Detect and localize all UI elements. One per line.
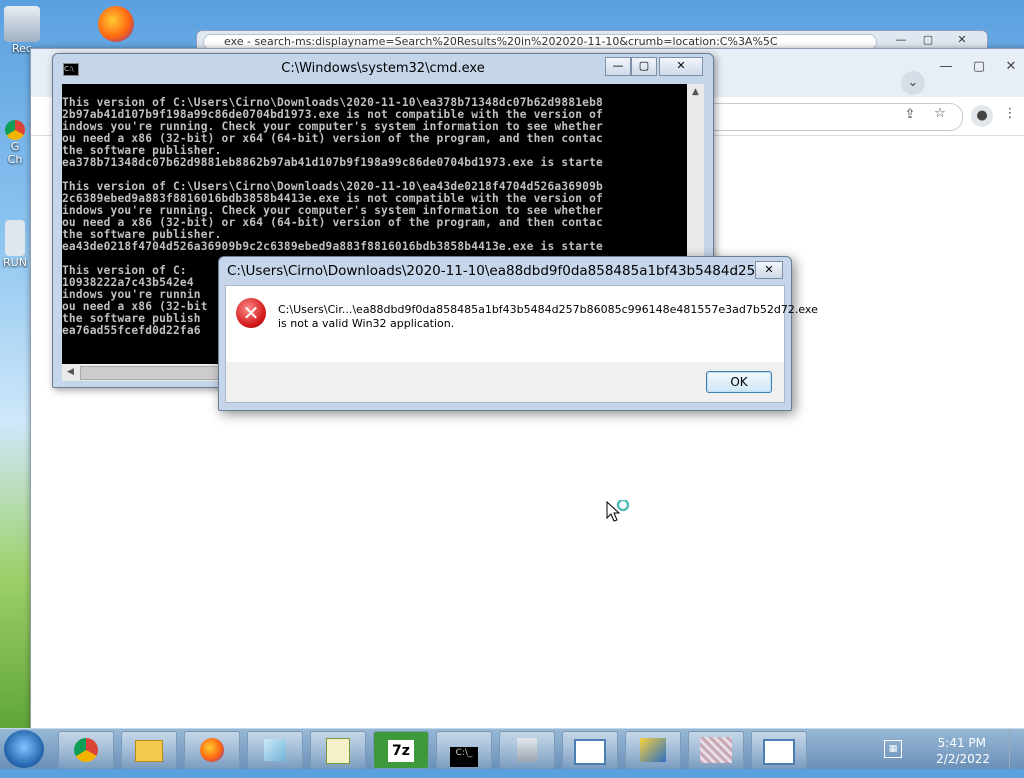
taskbar-chrome-icon[interactable] [58, 731, 114, 769]
show-desktop-button[interactable] [1009, 729, 1024, 769]
error-message-path: C:\Users\Cir...\ea88dbd9f0da858485a1bf43… [278, 303, 818, 316]
taskbar-app-icon[interactable] [625, 731, 681, 769]
system-tray: ▦ 5:41 PM 2/2/2022 [866, 732, 1016, 766]
maximize-icon[interactable]: ▢ [631, 57, 657, 76]
maximize-icon[interactable]: ▢ [917, 33, 939, 48]
tab-search-icon[interactable]: ⌄ [901, 71, 925, 95]
share-icon[interactable]: ⇪ [901, 107, 919, 122]
console-line: ea43de0218f4704d526a36909b9c2c6389ebed9a… [62, 240, 603, 253]
taskbar-7zip-icon[interactable]: 7z [373, 731, 429, 769]
taskbar-app-icon[interactable] [499, 731, 555, 769]
taskbar-window-icon[interactable] [751, 731, 807, 769]
busy-cursor-icon [606, 500, 630, 522]
taskbar-notepadpp-icon[interactable] [310, 731, 366, 769]
dialog-title: C:\Users\Cirno\Downloads\2020-11-10\ea88… [227, 263, 762, 279]
scroll-up-icon[interactable]: ▲ [687, 84, 704, 101]
dialog-body: ✕ C:\Users\Cir...\ea88dbd9f0da858485a1bf… [225, 285, 818, 363]
taskbar-cmd-icon[interactable]: C:\_ [436, 731, 492, 769]
error-message-detail: is not a valid Win32 application. [278, 317, 455, 330]
error-icon: ✕ [236, 298, 266, 328]
network-icon[interactable]: ▦ [884, 740, 902, 758]
ok-button[interactable]: OK [706, 371, 772, 393]
clock-date[interactable]: 2/2/2022 [936, 752, 990, 766]
minimize-icon[interactable]: — [890, 33, 912, 48]
profile-avatar-icon[interactable]: ● [971, 105, 993, 127]
error-dialog[interactable]: C:\Users\Cirno\Downloads\2020-11-10\ea88… [218, 256, 818, 411]
taskbar-firefox-icon[interactable] [184, 731, 240, 769]
dialog-footer: OK [225, 362, 785, 403]
taskbar-app-icon[interactable] [688, 731, 744, 769]
bookmark-star-icon[interactable]: ☆ [931, 106, 949, 121]
taskbar-app-icon[interactable] [247, 731, 303, 769]
start-button[interactable] [4, 730, 44, 768]
taskbar-window-icon[interactable] [562, 731, 618, 769]
address-bar[interactable] [681, 103, 963, 131]
desktop-icon-label: G Ch [7, 140, 23, 166]
firefox-desktop-icon[interactable] [96, 6, 136, 42]
scroll-thumb[interactable] [80, 366, 232, 380]
console-line: ea378b71348dc07b62d9881eb8862b97ab41d107… [62, 156, 603, 169]
chrome-desktop-icon[interactable]: G Ch [0, 120, 30, 166]
minimize-icon[interactable]: — [605, 57, 631, 76]
taskbar: 7z C:\_ ▦ 5:41 PM 2/2/2022 [0, 728, 1024, 769]
close-icon[interactable]: ✕ [1001, 59, 1021, 74]
close-icon[interactable]: ✕ [755, 261, 783, 279]
error-message: C:\Users\Cir...\ea88dbd9f0da858485a1bf43… [278, 303, 818, 331]
run-desktop-icon[interactable]: RUN [0, 220, 30, 269]
scroll-left-icon[interactable]: ◀ [62, 364, 79, 381]
clock-time[interactable]: 5:41 PM [938, 736, 986, 750]
close-icon[interactable]: ✕ [659, 57, 703, 76]
menu-kebab-icon[interactable]: ⋮ [1003, 106, 1017, 121]
close-icon[interactable]: ✕ [951, 33, 973, 48]
desktop-icon-label: RUN [3, 256, 27, 269]
minimize-icon[interactable]: — [936, 59, 956, 74]
taskbar-explorer-icon[interactable] [121, 731, 177, 769]
maximize-icon[interactable]: ▢ [969, 59, 989, 74]
